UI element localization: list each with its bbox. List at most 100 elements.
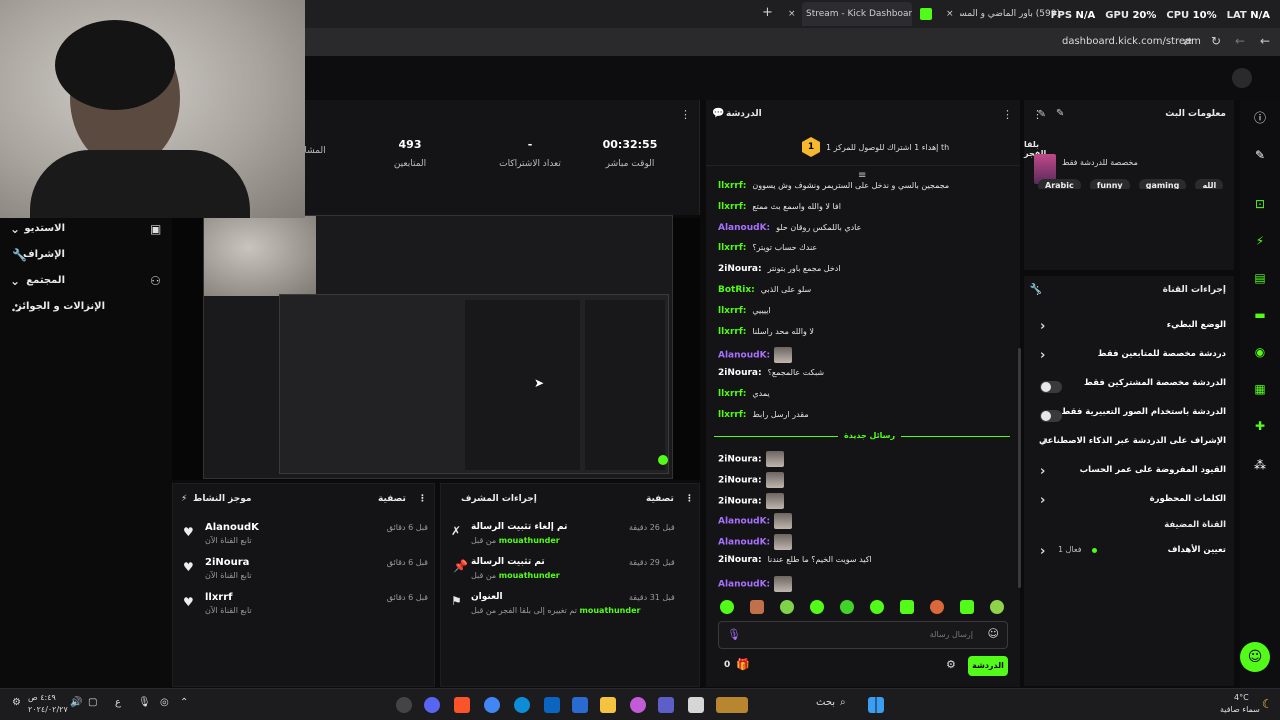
wrench-icon[interactable]: ✚ [1248,414,1272,438]
back-icon[interactable]: ← [1260,34,1270,48]
record-icon[interactable]: ◎ [160,697,169,708]
emote-icon[interactable] [990,600,1004,614]
url-field[interactable]: dashboard.kick.com/stream [1062,36,1201,47]
avatar[interactable] [1232,68,1252,88]
volume-icon[interactable]: 🔊 [70,697,82,708]
chat-username[interactable]: 2iNoura: [718,475,762,485]
search-icon[interactable]: ⌕ [840,697,846,708]
copilot-icon[interactable] [630,697,646,713]
sidebar-item-drops[interactable]: ⛬ الإنزالات و الجوائز [10,296,160,320]
outlook-icon[interactable] [544,697,560,713]
filter-button[interactable]: تصفية [378,494,406,504]
emote-icon[interactable] [780,600,794,614]
reload-icon[interactable]: ↻ [1211,34,1221,48]
gear-icon[interactable]: ⚙ [946,658,956,671]
emoji-icon[interactable]: ☺ [988,627,999,640]
tab-close-icon[interactable]: × [946,2,954,26]
store-icon[interactable] [572,697,588,713]
action-set-goals[interactable]: تعيين الأهداف فعال 1 › [1032,544,1226,567]
chat-username[interactable]: AlanoudK: [718,351,770,361]
bolt-icon[interactable]: ⚡ [1248,229,1272,253]
forward-icon[interactable]: ← [1235,34,1245,48]
sidebar-item-studio[interactable]: ▣ الاستديو ⌄ [10,218,161,242]
chat-username[interactable]: 2iNoura: [718,496,762,506]
chat-username[interactable]: AlanoudK: [718,538,770,548]
chat-username[interactable]: llxrrf: [718,243,746,253]
chat-icon[interactable]: ▬ [1248,303,1272,327]
taskbar-search[interactable]: بحث [816,697,835,708]
chevron-up-icon[interactable]: ⌃ [180,697,188,708]
moderator-name[interactable]: mouathunder [499,536,560,545]
broadcast-icon[interactable]: ◉ [1248,340,1272,364]
moderator-name[interactable]: mouathunder [580,606,641,615]
action-emotes-only[interactable]: الدردشة باستخدام الصور التعبيرية فقط [1032,407,1226,429]
action-banned-words[interactable]: الكلمات المحظورة › [1032,493,1226,516]
action-slow-mode[interactable]: الوضع البطيء › [1032,319,1226,342]
chat-username[interactable]: 2iNoura: [718,455,762,465]
follower-name[interactable]: AlanoudK [205,522,259,533]
tab-close-icon[interactable]: × [788,2,796,26]
help-icon[interactable]: ☺ [1240,642,1270,672]
chat-username[interactable]: llxrrf: [718,202,746,212]
chat-username[interactable]: AlanoudK: [718,223,770,233]
sidebar-item-moderation[interactable]: 🔧 الإشراف [10,244,160,268]
emote-icon[interactable] [810,600,824,614]
tab-kick-dashboard[interactable]: Stream - Kick Dashboard [802,2,912,26]
microphone-icon[interactable]: 🎙 [138,697,151,708]
widget-icon[interactable] [716,697,748,713]
chrome-icon[interactable] [484,697,500,713]
sidebar-item-community[interactable]: ⚇ المجتمع ⌄ [10,270,161,294]
weather-temp[interactable]: 4°C [1234,693,1249,702]
windows-start-icon[interactable] [868,697,884,713]
follower-name[interactable]: 2iNoura [205,557,249,568]
tab-youtube[interactable]: (599) باور الماضي و المستقبل [960,2,1060,26]
edit-icon[interactable]: ✎ [1056,108,1064,119]
chat-username[interactable]: 2iNoura: [718,368,762,378]
discord-icon[interactable] [424,697,440,713]
follower-name[interactable]: llxrrf [205,592,233,603]
more-options-icon[interactable]: ⋮ [680,108,691,121]
language-indicator[interactable]: ع [115,697,121,708]
action-followers-only[interactable]: دردشة مخصصة للمتابعين فقط › [1032,348,1226,371]
more-options-icon[interactable]: ⋮ [1002,108,1013,121]
chat-input[interactable]: 🎙 إرسال رسالة ☺ [718,621,1008,649]
action-account-age[interactable]: القيود المفروضة على عمر الحساب › [1032,464,1226,487]
gift-icon[interactable]: 🎁 [736,658,750,671]
clock-time[interactable]: ٤:٤٩ ص [28,693,56,702]
notepad-icon[interactable] [688,697,704,713]
chat-username[interactable]: llxrrf: [718,410,746,420]
mod-view-icon[interactable]: ▦ [1248,377,1272,401]
emote-icon[interactable] [840,600,854,614]
chat-username[interactable]: AlanoudK: [718,579,770,589]
info-icon[interactable]: ⓘ [1248,106,1272,130]
emote-icon[interactable] [870,600,884,614]
target-icon[interactable]: ⊡ [1248,192,1272,216]
emotes-only-toggle[interactable] [1040,410,1062,422]
moderator-name[interactable]: mouathunder [499,571,560,580]
brave-icon[interactable] [454,697,470,713]
chat-username[interactable]: llxrrf: [718,181,746,191]
collapse-icon[interactable]: ≡ [858,170,866,181]
chat-username[interactable]: BotRix: [718,285,755,295]
chat-username[interactable]: llxrrf: [718,327,746,337]
pen-icon[interactable]: ✎ [1248,143,1272,167]
site-settings-icon[interactable]: ⇄ [1183,35,1192,48]
settings-tray-icon[interactable]: ⚙ [12,697,21,708]
clock-date[interactable]: ٢٠٢٤/٠٢/٢٧ [28,705,68,714]
teams-icon[interactable] [658,697,674,713]
share-icon[interactable]: ⁂ [1248,453,1272,477]
emote-icon[interactable] [750,600,764,614]
edge-icon[interactable] [514,697,530,713]
document-icon[interactable]: ▤ [1248,266,1272,290]
emote-icon[interactable] [930,600,944,614]
action-subscribers-only[interactable]: الدردشة مخصصة المشتركين فقط [1032,378,1226,400]
chat-username[interactable]: llxrrf: [718,306,746,316]
more-options-icon[interactable]: ⋮ [685,494,694,504]
chat-username[interactable]: AlanoudK: [718,517,770,527]
more-options-icon[interactable]: ⋮ [418,494,427,504]
action-ai-moderation[interactable]: الإشراف على الدردشة عبر الذكاء الاصطناعي… [1032,436,1226,458]
filter-button[interactable]: تصفية [646,494,674,504]
chat-username[interactable]: 2iNoura: [718,555,762,565]
microphone-icon[interactable]: 🎙 [727,628,741,641]
chat-send-button[interactable]: الدردشة [968,656,1008,676]
